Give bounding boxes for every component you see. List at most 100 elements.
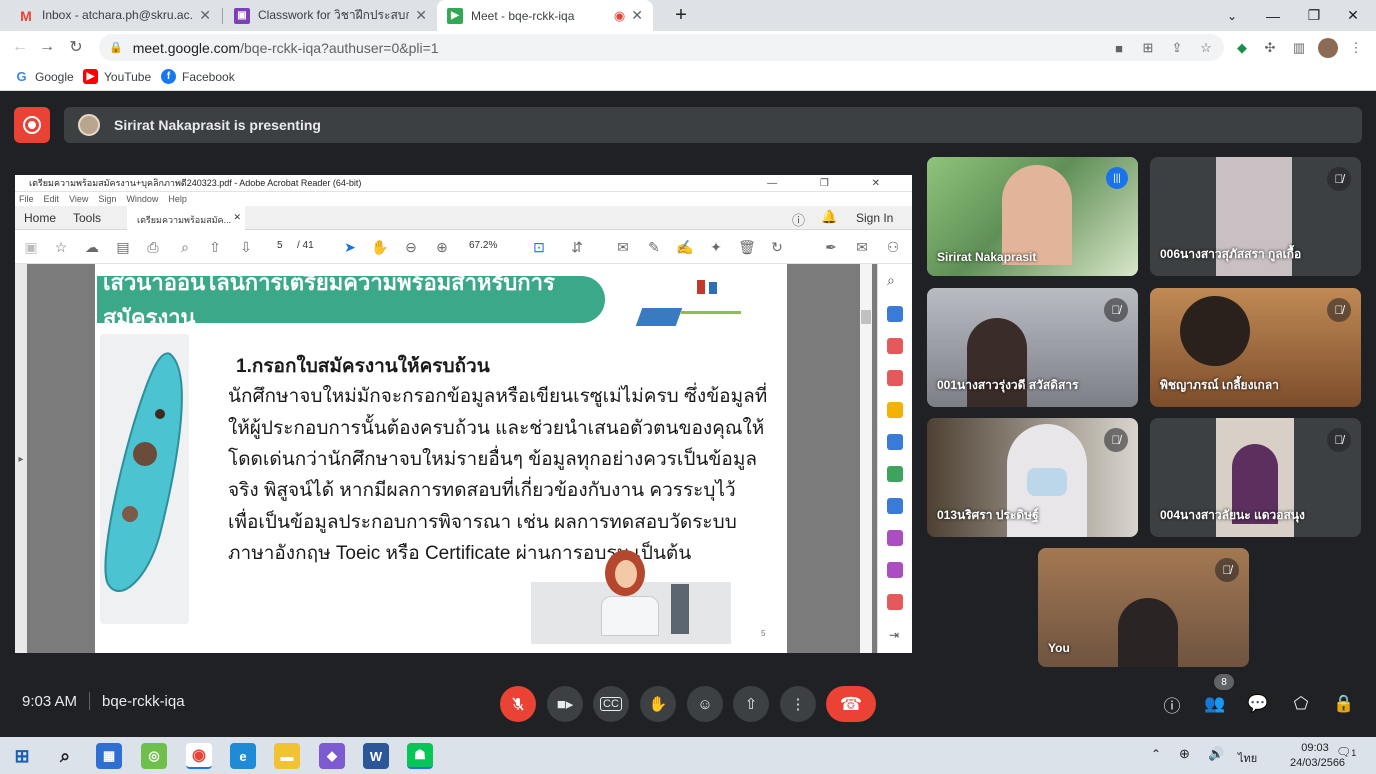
- stamp-icon[interactable]: ✦: [707, 238, 725, 256]
- more-options-button[interactable]: ⋮: [780, 686, 816, 722]
- translate-icon[interactable]: ⊞: [1139, 39, 1157, 57]
- help-icon[interactable]: ⓘ: [792, 210, 805, 229]
- menu-help[interactable]: Help: [168, 194, 187, 204]
- forward-icon[interactable]: →: [37, 37, 57, 57]
- mic-off-button[interactable]: [500, 686, 536, 722]
- scroll-mode-icon[interactable]: ⇵: [568, 238, 586, 256]
- edit-pdf-icon[interactable]: [887, 466, 903, 482]
- protect-icon[interactable]: [887, 562, 903, 578]
- collapse-rail-icon[interactable]: ⇥: [889, 628, 899, 642]
- comment-rail-icon[interactable]: [887, 402, 903, 418]
- more-tools-icon[interactable]: [887, 594, 903, 610]
- tab-meet[interactable]: ▶ Meet - bqe-rckk-iqa ◉ ✕: [437, 0, 653, 31]
- fill-sign-icon[interactable]: ✒: [822, 238, 840, 256]
- raise-hand-button[interactable]: ✋: [640, 686, 676, 722]
- share-icon[interactable]: ⇪: [1168, 39, 1186, 57]
- menu-icon[interactable]: ⋮: [1347, 39, 1365, 57]
- word-icon[interactable]: W: [363, 743, 389, 769]
- tab-classroom[interactable]: ▣ Classwork for วิชาฝึกประสบการณ์วิช ✕: [224, 0, 437, 31]
- draw-icon[interactable]: ✍: [676, 238, 694, 256]
- profile-avatar[interactable]: [1318, 38, 1338, 58]
- app-icon[interactable]: ◆: [319, 743, 345, 769]
- chrome-icon[interactable]: ◉: [186, 743, 212, 769]
- new-tab-button[interactable]: +: [658, 0, 704, 31]
- compress-icon[interactable]: [887, 498, 903, 514]
- menu-file[interactable]: File: [19, 194, 34, 204]
- tab-search-icon[interactable]: ⌄: [1209, 0, 1255, 31]
- tab-tools[interactable]: Tools: [73, 211, 101, 225]
- acrobat-window-controls[interactable]: — ❐ ✕: [767, 178, 900, 189]
- bookmark-star-icon[interactable]: ☆: [52, 238, 70, 256]
- upload-cloud-icon[interactable]: ☁: [83, 238, 101, 256]
- bookmark-star-icon[interactable]: ☆: [1197, 39, 1215, 57]
- bookmark-facebook[interactable]: f Facebook: [161, 69, 235, 84]
- camera-button[interactable]: ■▸: [547, 686, 583, 722]
- zoom-level[interactable]: 67.2%: [469, 240, 497, 251]
- address-bar[interactable]: 🔒 meet.google.com/bqe-rckk-iqa?authuser=…: [99, 34, 1224, 61]
- minimize-button[interactable]: —: [1250, 0, 1296, 31]
- close-tab-icon[interactable]: ✕: [631, 7, 643, 24]
- tab-home[interactable]: Home: [24, 211, 56, 225]
- rotate-icon[interactable]: ↻: [768, 238, 786, 256]
- sign-in-button[interactable]: Sign In: [856, 211, 893, 225]
- taskbar-clock[interactable]: 09:03 24/03/2566: [1290, 741, 1345, 771]
- host-controls-icon[interactable]: 🔒: [1332, 692, 1356, 716]
- page-up-icon[interactable]: ⇧: [206, 238, 224, 256]
- delete-icon[interactable]: 🗑: [738, 238, 756, 256]
- line-icon[interactable]: ☗: [407, 743, 433, 769]
- close-window-button[interactable]: ✕: [1330, 0, 1376, 31]
- menu-sign[interactable]: Sign: [98, 194, 116, 204]
- present-button[interactable]: ⇧: [733, 686, 769, 722]
- close-tab-icon[interactable]: ✕: [199, 7, 211, 24]
- close-doc-icon[interactable]: ✕: [233, 212, 241, 223]
- end-call-button[interactable]: ☎: [826, 686, 876, 722]
- participant-tile[interactable]: 🎙̸ พิชญาภรณ์ เกลี้ยงเกลา: [1150, 288, 1361, 407]
- chat-icon[interactable]: 💬: [1246, 692, 1270, 716]
- organize-pages-icon[interactable]: [887, 338, 903, 354]
- network-icon[interactable]: ⊕: [1179, 746, 1190, 762]
- participant-tile[interactable]: 🎙̸ 013นริศรา ประดิษฐ์: [927, 418, 1138, 537]
- file-explorer-icon[interactable]: ▬: [274, 743, 300, 769]
- participant-tile[interactable]: 🎙̸ 004นางสาวลัยนะ แดวอสนุง: [1150, 418, 1361, 537]
- menu-window[interactable]: Window: [126, 194, 158, 204]
- fill-sign-rail-icon[interactable]: [887, 530, 903, 546]
- comment-icon[interactable]: ✉: [614, 238, 632, 256]
- camera-icon[interactable]: ■: [1110, 39, 1128, 57]
- zoom-search-icon[interactable]: ⌕: [176, 238, 194, 256]
- side-panel-icon[interactable]: ▥: [1290, 39, 1308, 57]
- zoom-in-icon[interactable]: ⊕: [433, 238, 451, 256]
- share-people-icon[interactable]: ⚇: [884, 238, 902, 256]
- left-panel-toggle[interactable]: ▸: [15, 264, 27, 653]
- bell-icon[interactable]: 🔔: [821, 209, 837, 225]
- combine-files-icon[interactable]: [887, 434, 903, 450]
- tab-gmail[interactable]: M Inbox - atchara.ph@skru.ac.th - ส ✕: [8, 0, 221, 31]
- meeting-details-icon[interactable]: ⓘ: [1160, 692, 1184, 716]
- search-icon[interactable]: ⌕: [52, 743, 78, 769]
- windows-start-icon[interactable]: ⊞: [9, 743, 35, 769]
- store-icon[interactable]: ▦: [96, 743, 122, 769]
- extensions-puzzle-icon[interactable]: ✣: [1261, 39, 1279, 57]
- participant-tile[interactable]: 🎙̸ 001นางสาวรุ่งวดี สวัสดิสาร: [927, 288, 1138, 407]
- print-icon[interactable]: ⎙: [144, 238, 162, 256]
- fit-page-icon[interactable]: ⊡: [530, 238, 548, 256]
- extension-icon[interactable]: ◆: [1233, 39, 1251, 57]
- browser-app-icon[interactable]: ◎: [141, 743, 167, 769]
- reactions-button[interactable]: ☺: [687, 686, 723, 722]
- create-pdf-rail-icon[interactable]: [887, 370, 903, 386]
- page-number-input[interactable]: 5: [277, 240, 283, 251]
- back-icon[interactable]: ←: [10, 37, 30, 57]
- input-language[interactable]: ไทย: [1238, 749, 1257, 767]
- tray-chevron-icon[interactable]: ⌃: [1151, 747, 1161, 761]
- participant-tile-self[interactable]: 🎙̸ You: [1038, 548, 1249, 667]
- bookmark-google[interactable]: G Google: [14, 69, 73, 84]
- menu-view[interactable]: View: [69, 194, 88, 204]
- edge-icon[interactable]: e: [230, 743, 256, 769]
- email-icon[interactable]: ✉: [853, 238, 871, 256]
- menu-edit[interactable]: Edit: [44, 194, 60, 204]
- close-tab-icon[interactable]: ✕: [415, 7, 427, 24]
- create-pdf-icon[interactable]: ▤: [114, 238, 132, 256]
- search-icon[interactable]: ⌕: [887, 272, 895, 289]
- save-icon[interactable]: ▣: [22, 238, 40, 256]
- participant-tile[interactable]: ||| Sirirat Nakaprasit: [927, 157, 1138, 276]
- people-icon[interactable]: 👥: [1203, 692, 1227, 716]
